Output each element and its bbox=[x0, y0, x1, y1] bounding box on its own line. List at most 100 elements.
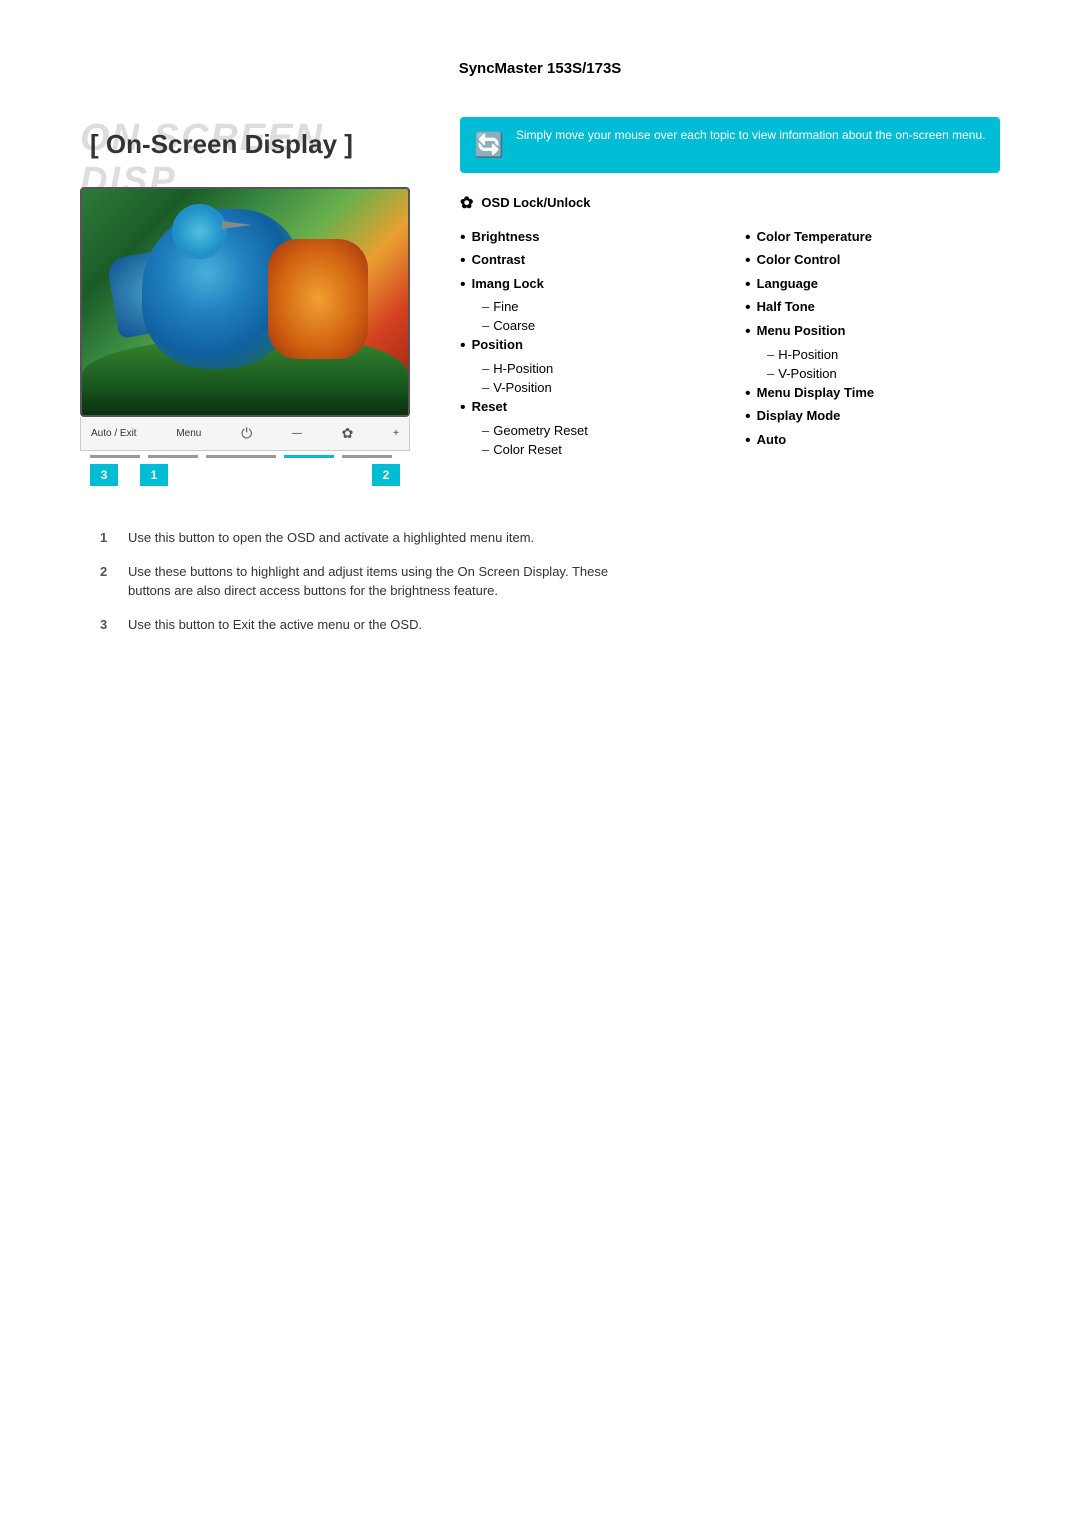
bird-head bbox=[172, 204, 227, 259]
bullet-reset: • bbox=[460, 399, 466, 417]
dash-v-position: – bbox=[482, 380, 489, 395]
bullet-imang-lock: • bbox=[460, 276, 466, 294]
menu-label-reset: Reset bbox=[472, 399, 507, 414]
dash-menu-v-position: – bbox=[767, 366, 774, 381]
menu-item-contrast[interactable]: • Contrast bbox=[460, 252, 715, 270]
bullet-position: • bbox=[460, 337, 466, 355]
orange-body bbox=[268, 239, 368, 359]
menu-columns: • Brightness • Contrast • Imang Lock – F… bbox=[460, 229, 1000, 461]
menu-item-menu-position[interactable]: • Menu Position bbox=[745, 323, 1000, 341]
menu-col-right: • Color Temperature • Color Control • La… bbox=[745, 229, 1000, 461]
instruction-2: 2 Use these buttons to highlight and adj… bbox=[100, 562, 1000, 601]
sub-item-fine[interactable]: – Fine bbox=[482, 299, 715, 314]
menu-label-language: Language bbox=[757, 276, 818, 291]
bullet-menu-position: • bbox=[745, 323, 751, 341]
menu-item-imang-lock[interactable]: • Imang Lock bbox=[460, 276, 715, 294]
slider-2 bbox=[148, 455, 198, 458]
dash-geometry-reset: – bbox=[482, 423, 489, 438]
power-icon: ⏻ bbox=[241, 425, 252, 442]
slider-1 bbox=[90, 455, 140, 458]
monitor-frame bbox=[80, 187, 410, 417]
instruction-text-2: Use these buttons to highlight and adjus… bbox=[128, 562, 628, 601]
menu-item-auto[interactable]: • Auto bbox=[745, 432, 1000, 450]
menu-item-reset[interactable]: • Reset bbox=[460, 399, 715, 417]
osd-lock-label: OSD Lock/Unlock bbox=[481, 195, 590, 210]
instruction-text-1: Use this button to open the OSD and acti… bbox=[128, 528, 534, 548]
info-icon: 🔄 bbox=[474, 129, 504, 163]
right-panel: 🔄 Simply move your mouse over each topic… bbox=[460, 117, 1000, 461]
instruction-num-1: 1 bbox=[100, 528, 114, 548]
instructions: 1 Use this button to open the OSD and ac… bbox=[80, 528, 1000, 634]
sub-label-v-position: V-Position bbox=[493, 380, 552, 395]
osd-fg-text: [ On-Screen Display ] bbox=[90, 129, 353, 160]
menu-label-color-temp: Color Temperature bbox=[757, 229, 872, 244]
info-box: 🔄 Simply move your mouse over each topic… bbox=[460, 117, 1000, 173]
menu-item-menu-display-time[interactable]: • Menu Display Time bbox=[745, 385, 1000, 403]
sub-item-coarse[interactable]: – Coarse bbox=[482, 318, 715, 333]
menu-item-half-tone[interactable]: • Half Tone bbox=[745, 299, 1000, 317]
sub-item-menu-v-position[interactable]: – V-Position bbox=[767, 366, 1000, 381]
instruction-num-3: 3 bbox=[100, 615, 114, 635]
sub-label-menu-v-position: V-Position bbox=[778, 366, 837, 381]
sub-item-geometry-reset[interactable]: – Geometry Reset bbox=[482, 423, 715, 438]
dash-coarse: – bbox=[482, 318, 489, 333]
button-2[interactable]: 2 bbox=[372, 464, 400, 486]
left-panel: On Screen Disp [ On-Screen Display ] Aut… bbox=[80, 117, 420, 488]
info-text: Simply move your mouse over each topic t… bbox=[516, 127, 986, 144]
menu-item-color-temp[interactable]: • Color Temperature bbox=[745, 229, 1000, 247]
slider-3 bbox=[206, 455, 276, 458]
menu-label-contrast: Contrast bbox=[472, 252, 525, 267]
menu-col-left: • Brightness • Contrast • Imang Lock – F… bbox=[460, 229, 715, 461]
menu-item-position[interactable]: • Position bbox=[460, 337, 715, 355]
sub-item-v-position[interactable]: – V-Position bbox=[482, 380, 715, 395]
menu-label-color-control: Color Control bbox=[757, 252, 841, 267]
dash-fine: – bbox=[482, 299, 489, 314]
slider-5 bbox=[342, 455, 392, 458]
menu-label-brightness: Brightness bbox=[472, 229, 540, 244]
instruction-text-3: Use this button to Exit the active menu … bbox=[128, 615, 422, 635]
bullet-menu-display-time: • bbox=[745, 385, 751, 403]
bullet-contrast: • bbox=[460, 252, 466, 270]
menu-item-color-control[interactable]: • Color Control bbox=[745, 252, 1000, 270]
menu-label-menu-display-time: Menu Display Time bbox=[757, 385, 875, 400]
sub-label-fine: Fine bbox=[493, 299, 518, 314]
dash-h-position: – bbox=[482, 361, 489, 376]
menu-label-menu-position: Menu Position bbox=[757, 323, 846, 338]
button-3[interactable]: 3 bbox=[90, 464, 118, 486]
dash-menu-h-position: – bbox=[767, 347, 774, 362]
osd-lock-row[interactable]: ✿ OSD Lock/Unlock bbox=[460, 193, 1000, 213]
bullet-language: • bbox=[745, 276, 751, 294]
instruction-1: 1 Use this button to open the OSD and ac… bbox=[100, 528, 1000, 548]
bullet-auto: • bbox=[745, 432, 751, 450]
bullet-display-mode: • bbox=[745, 408, 751, 426]
bullet-color-control: • bbox=[745, 252, 751, 270]
instruction-num-2: 2 bbox=[100, 562, 114, 601]
sub-item-color-reset[interactable]: – Color Reset bbox=[482, 442, 715, 457]
bullet-brightness: • bbox=[460, 229, 466, 247]
sub-item-menu-h-position[interactable]: – H-Position bbox=[767, 347, 1000, 362]
menu-label-display-mode: Display Mode bbox=[757, 408, 841, 423]
bullet-color-temp: • bbox=[745, 229, 751, 247]
instruction-3: 3 Use this button to Exit the active men… bbox=[100, 615, 1000, 635]
slider-4 bbox=[284, 455, 334, 458]
sub-label-h-position: H-Position bbox=[493, 361, 553, 376]
dash-color-reset: – bbox=[482, 442, 489, 457]
menu-item-brightness[interactable]: • Brightness bbox=[460, 229, 715, 247]
controls-bar: Auto / Exit Menu ⏻ — ✿ + bbox=[80, 417, 410, 451]
plus-label: + bbox=[393, 428, 399, 439]
sub-label-color-reset: Color Reset bbox=[493, 442, 562, 457]
menu-label: Menu bbox=[176, 428, 201, 439]
button-1[interactable]: 1 bbox=[140, 464, 168, 486]
page-title: SyncMaster 153S/173S bbox=[80, 60, 1000, 77]
settings-icon: ✿ bbox=[460, 193, 473, 213]
sub-item-h-position[interactable]: – H-Position bbox=[482, 361, 715, 376]
menu-label-auto: Auto bbox=[757, 432, 787, 447]
sub-label-geometry-reset: Geometry Reset bbox=[493, 423, 588, 438]
bullet-half-tone: • bbox=[745, 299, 751, 317]
menu-item-display-mode[interactable]: • Display Mode bbox=[745, 408, 1000, 426]
osd-header: On Screen Disp [ On-Screen Display ] bbox=[80, 117, 420, 177]
menu-item-language[interactable]: • Language bbox=[745, 276, 1000, 294]
menu-label-half-tone: Half Tone bbox=[757, 299, 815, 314]
minus-label: — bbox=[292, 428, 302, 439]
menu-label-imang-lock: Imang Lock bbox=[472, 276, 544, 291]
